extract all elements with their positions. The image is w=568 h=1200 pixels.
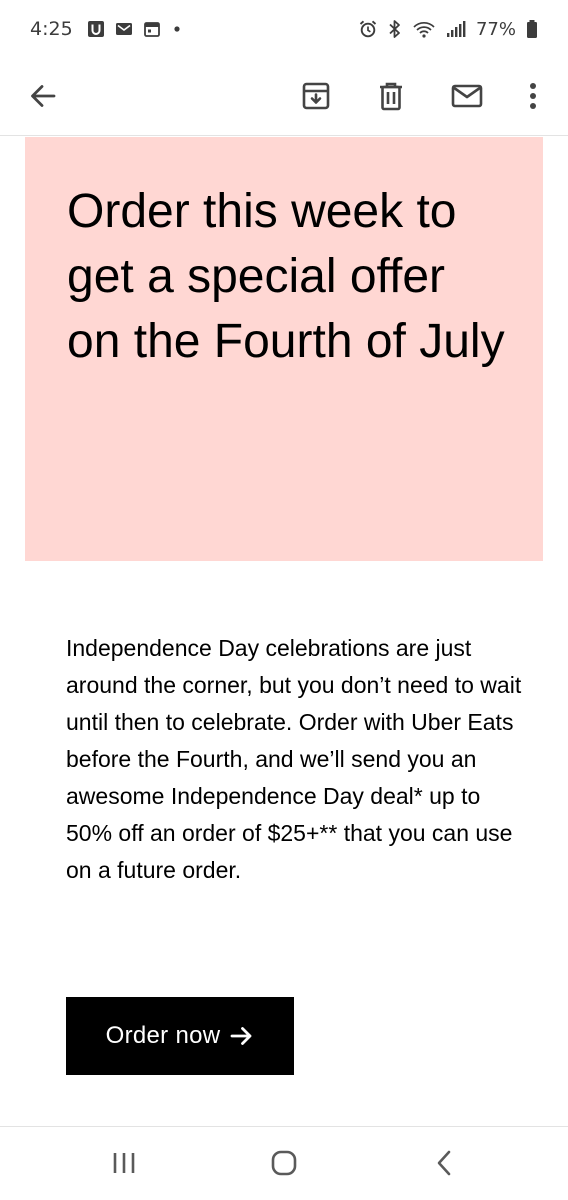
mark-unread-button[interactable] (443, 72, 491, 120)
email-toolbar (0, 58, 568, 136)
wifi-icon (412, 19, 436, 39)
order-now-label: Order now (105, 1022, 221, 1049)
hero-banner: Order this week to get a special offer o… (25, 137, 543, 561)
alarm-icon (358, 19, 378, 39)
delete-icon (376, 80, 406, 112)
archive-button[interactable] (292, 72, 340, 120)
signal-icon (446, 20, 466, 38)
calendar-icon (143, 20, 161, 38)
status-bar: 4:25 77% (0, 0, 568, 58)
recents-icon (111, 1151, 137, 1175)
system-back-button[interactable] (420, 1141, 468, 1185)
recents-button[interactable] (100, 1141, 148, 1185)
system-nav-bar (0, 1126, 568, 1200)
hero-title: Order this week to get a special offer o… (67, 185, 505, 368)
delete-button[interactable] (367, 72, 415, 120)
home-button[interactable] (260, 1141, 308, 1185)
back-arrow-icon (28, 81, 58, 111)
email-body-text: Independence Day celebrations are just a… (66, 635, 522, 883)
battery-icon (526, 19, 538, 39)
gmail-icon (115, 21, 133, 37)
dot-icon (171, 23, 183, 35)
bluetooth-icon (388, 19, 402, 39)
arrow-right-icon (230, 1025, 254, 1047)
back-button[interactable] (19, 72, 67, 120)
battery-percentage: 77% (475, 18, 516, 40)
home-icon (270, 1149, 298, 1177)
back-icon (435, 1150, 453, 1176)
more-options-button[interactable] (509, 72, 557, 120)
order-now-button[interactable]: Order now (66, 997, 294, 1075)
status-time: 4:25 (30, 18, 73, 40)
mail-icon (450, 82, 484, 110)
u-app-icon (87, 20, 105, 38)
status-left: 4:25 (30, 18, 183, 40)
archive-icon (300, 80, 332, 112)
more-vert-icon (528, 81, 538, 111)
status-right: 77% (358, 19, 538, 40)
